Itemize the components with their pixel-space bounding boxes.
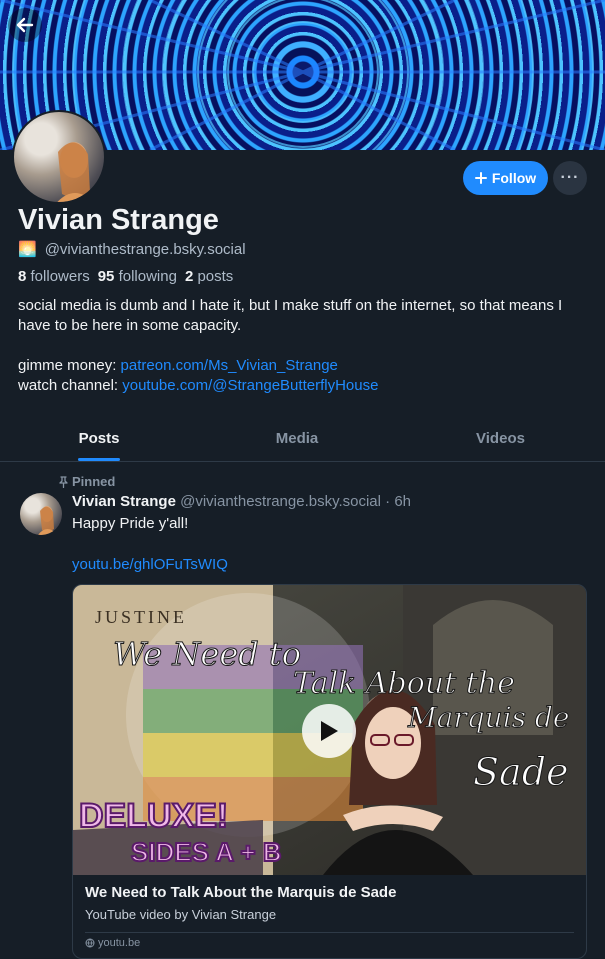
profile-tabs: Posts Media Videos xyxy=(0,416,605,462)
follow-button-label: Follow xyxy=(491,170,537,186)
bio-money-line: gimme money: patreon.com/Ms_Vivian_Stran… xyxy=(18,356,593,376)
profile-handle: @vivianthestrange.bsky.social xyxy=(44,240,246,258)
posts-stat: 2 posts xyxy=(185,268,233,285)
followers-count: 8 xyxy=(18,268,27,285)
thumbnail-script-line4: Sade xyxy=(473,750,569,794)
thumbnail-script-line3: Marquis de xyxy=(407,701,569,734)
posts-label: posts xyxy=(197,268,234,285)
following-stat[interactable]: 95 following xyxy=(98,268,177,285)
pin-icon xyxy=(59,475,68,488)
post-separator: · xyxy=(380,493,395,510)
tab-media[interactable]: Media xyxy=(198,416,396,461)
ellipsis-icon: ··· xyxy=(560,169,580,186)
following-count: 95 xyxy=(97,268,115,285)
post-header: Vivian Strange @vivianthestrange.bsky.so… xyxy=(72,493,411,510)
bio-text: social media is dumb and I hate it, but … xyxy=(18,297,563,334)
link-embed-card[interactable]: JUSTINE We Need to Talk About the Marqui… xyxy=(72,584,587,959)
arrow-left-icon xyxy=(16,17,34,33)
globe-icon xyxy=(85,938,95,948)
post-author-avatar[interactable] xyxy=(20,493,62,535)
post-author-name[interactable]: Vivian Strange xyxy=(72,493,176,510)
pinned-indicator: Pinned xyxy=(58,474,115,489)
thumbnail-script-line1: We Need to xyxy=(113,635,301,673)
profile-avatar[interactable] xyxy=(12,110,106,204)
embed-divider xyxy=(85,932,574,933)
embed-description: YouTube video by Vivian Strange xyxy=(85,907,277,922)
sunrise-emoji-icon: 🌅 xyxy=(18,241,37,258)
embed-domain: youtu.be xyxy=(85,937,140,949)
embed-domain-label: youtu.be xyxy=(98,937,141,949)
pinned-label: Pinned xyxy=(72,474,116,489)
follow-button[interactable]: Follow xyxy=(463,161,548,195)
tab-media-label: Media xyxy=(275,430,319,447)
bio-channel-label: watch channel: xyxy=(18,377,123,394)
following-label: following xyxy=(118,268,177,285)
back-button[interactable] xyxy=(8,8,42,42)
tab-videos-label: Videos xyxy=(476,430,525,447)
profile-display-name: Vivian Strange xyxy=(18,204,219,236)
video-thumbnail[interactable]: JUSTINE We Need to Talk About the Marqui… xyxy=(73,585,586,875)
patreon-link[interactable]: patreon.com/Ms_Vivian_Strange xyxy=(121,357,338,374)
play-button[interactable] xyxy=(302,704,356,758)
avatar-image xyxy=(38,506,58,535)
posts-count: 2 xyxy=(184,268,194,285)
more-options-button[interactable]: ··· xyxy=(553,161,587,195)
tab-videos[interactable]: Videos xyxy=(396,416,605,461)
profile-handle-row: 🌅 @vivianthestrange.bsky.social xyxy=(18,240,246,259)
profile-stats: 8 followers 95 following 2 posts xyxy=(18,268,233,285)
followers-label: followers xyxy=(30,268,90,285)
post-timestamp[interactable]: 6h xyxy=(394,493,411,510)
post-author-handle[interactable]: @vivianthestrange.bsky.social xyxy=(180,493,381,510)
embed-title: We Need to Talk About the Marquis de Sad… xyxy=(85,884,397,901)
avatar-image xyxy=(57,142,94,202)
bio-channel-line: watch channel: youtube.com/@StrangeButte… xyxy=(18,376,593,396)
tab-posts-label: Posts xyxy=(78,430,120,447)
play-icon xyxy=(321,721,338,741)
followers-stat[interactable]: 8 followers xyxy=(18,268,90,285)
post-text: Happy Pride y'all! xyxy=(72,515,189,532)
post-link[interactable]: youtu.be/ghlOFuTsWIQ xyxy=(72,556,228,573)
youtube-channel-link[interactable]: youtube.com/@StrangeButterflyHouse xyxy=(122,377,378,394)
plus-icon xyxy=(474,172,487,184)
bio-money-label: gimme money: xyxy=(18,357,121,374)
profile-bio: social media is dumb and I hate it, but … xyxy=(18,296,593,396)
thumbnail-badge-line1: DELUXE! xyxy=(79,797,228,835)
thumbnail-book-title: JUSTINE xyxy=(95,607,187,627)
tab-posts[interactable]: Posts xyxy=(0,416,198,461)
thumbnail-badge-line2: SIDES A + B xyxy=(131,837,282,867)
thumbnail-script-line2: Talk About the xyxy=(293,666,515,701)
